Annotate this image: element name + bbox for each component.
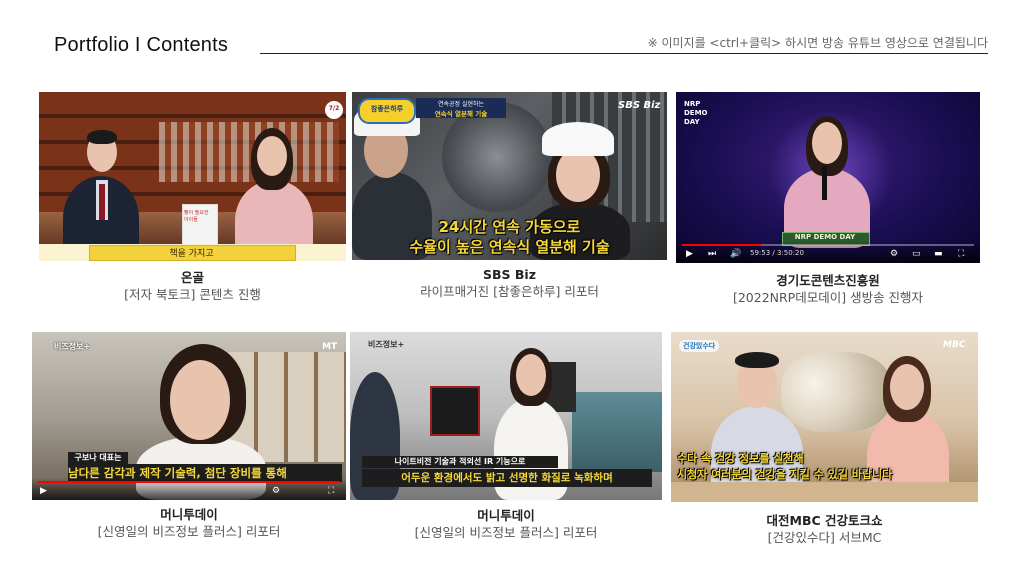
lab-equipment [572,392,662,472]
man-hair [87,130,117,144]
card-title: 온골 [180,270,204,285]
card-caption-5: 머니투데이 [신영일의 비즈정보 플러스] 리포터 [350,507,662,542]
miniplayer-icon[interactable]: ▭ [912,249,921,259]
subtitle-line-2: 어두운 환경에서도 밝고 선명한 화질로 녹화하며 [362,469,652,487]
man-hair [735,352,779,368]
video-thumbnail-4[interactable]: 비즈정보+ MT 구보나 대표는 남다른 감각과 제작 기술력, 첨단 장비를 … [32,332,346,500]
channel-badge-text: 7/2 [328,105,340,112]
microphone [822,166,827,200]
card-caption-2: SBS Biz 라이프매거진 [참좋은하루] 리포터 [352,266,667,301]
time-readout: 59:53 / 3:50:20 [750,249,804,257]
settings-icon[interactable]: ⚙ [272,486,280,496]
sbs-biz-logo: SBS Biz [618,100,661,111]
page-title: Portfolio I Contents [54,34,229,56]
settings-icon[interactable]: ⚙ [890,249,898,259]
reporter-head [516,354,546,396]
topic-caption-top: 연속공정 실현하는 [437,101,485,108]
flowers [781,352,891,432]
subtitle-line-1: 24시간 연속 가동으로 [438,218,581,236]
progress-bar[interactable] [682,244,974,246]
jars [159,122,339,182]
next-icon[interactable]: ⏭ [708,249,716,259]
video-thumbnail-6[interactable]: 건강있수다 MBC 수다 속 건강 정보를 실천해 시청자 여러분의 건강을 지… [671,332,978,502]
subtitle-line-1: 나이트비전 기술과 적외선 IR 기능으로 [362,456,558,468]
card-title: 머니투데이 [477,508,535,523]
bottom-banner-text: 책을 가지고 [169,249,214,259]
card-title: 경기도콘텐츠진흥원 [776,273,880,288]
podium-sign-text: NRP DEMO DAY [794,233,856,241]
progress-bar[interactable] [38,481,340,483]
product-box [430,386,480,436]
woman-head [257,136,287,176]
reporter-head [170,360,230,440]
corner-logo: NRP DEMO DAY [684,100,708,126]
header-note: ※ 이미지를 <ctrl+클릭> 하시면 방송 유튜브 영상으로 연결됩니다 [647,36,988,50]
show-logo-text: 참좋은하루 [370,105,404,113]
video-thumbnail-2[interactable]: 참좋은하루 연속공정 실현하는 연속식 열분해 기술 SBS Biz 24시간 … [352,92,667,260]
header-divider [260,53,988,54]
card-caption-1: 온골 [저자 북토크] 콘텐츠 진행 [39,269,346,304]
card-subtitle: [신영일의 비즈정보 플러스] 리포터 [97,524,281,539]
woman-head [890,364,924,410]
subtitle-line-1: 수다 속 건강 정보를 실천해 [677,452,804,465]
card-subtitle: [저자 북토크] 콘텐츠 진행 [124,287,261,302]
topic-caption-sub: 연속식 열분해 기술 [434,110,488,118]
theater-icon[interactable]: ▬ [934,249,943,259]
subtitle-line-2: 수율이 높은 연속식 열분해 기술 [409,238,610,256]
progress-fill [682,244,761,246]
play-icon[interactable]: ▶ [686,249,693,259]
fullscreen-icon[interactable]: ⛶ [958,249,964,259]
card-title: SBS Biz [483,267,536,282]
machinery [442,102,552,212]
volume-icon[interactable]: 🔊 [730,249,741,259]
video-controls: ▶ ⚙ ⛶ [32,478,346,500]
book-text: 빵이 필요한 아이들 [184,210,209,223]
card-subtitle: 라이프매거진 [참좋은하루] 리포터 [420,284,599,299]
desk [671,482,978,502]
card-subtitle: [건강있수다] 서브MC [767,530,882,545]
show-logo: 건강있수다 [679,340,720,352]
show-logo: 비즈정보+ [368,340,405,349]
video-thumbnail-5[interactable]: 비즈정보+ 나이트비전 기술과 적외선 IR 기능으로 어두운 환경에서도 밝고… [350,332,662,500]
card-subtitle: [2022NRP데모데이] 생방송 진행자 [732,290,924,305]
reporter-helmet [542,122,614,156]
tie [99,184,105,220]
video-thumbnail-3[interactable]: NRP DEMO DAY NRP DEMO DAY ▶ ⏭ 🔊 59:53 / … [676,92,980,263]
video-thumbnail-1[interactable]: 빵이 필요한 아이들 7/2 책을 가지고 [39,92,346,261]
mt-logo: MT [322,342,338,352]
mbc-logo: MBC [943,340,966,350]
card-caption-6: 대전MBC 건강토크쇼 [건강있수다] 서브MC [671,512,978,547]
host-head [812,122,842,164]
card-caption-3: 경기도콘텐츠진흥원 [2022NRP데모데이] 생방송 진행자 [676,272,980,307]
reporter-head [556,148,600,202]
subtitle-line-2: 시청자 여러분의 건강을 지킬 수 있길 바랍니다 [677,468,893,481]
card-caption-4: 머니투데이 [신영일의 비즈정보 플러스] 리포터 [32,506,346,541]
fullscreen-icon[interactable]: ⛶ [328,486,334,496]
play-icon[interactable]: ▶ [40,486,47,496]
card-subtitle: [신영일의 비즈정보 플러스] 리포터 [414,525,598,540]
card-title: 머니투데이 [160,507,218,522]
card-title: 대전MBC 건강토크쇼 [766,513,883,528]
video-controls: ▶ ⏭ 🔊 59:53 / 3:50:20 ⚙ ▭ ▬ ⛶ [676,241,980,263]
progress-fill [38,481,340,483]
subtitle-label: 구보나 대표는 [68,452,128,464]
show-logo: 비즈정보+ [54,342,91,351]
